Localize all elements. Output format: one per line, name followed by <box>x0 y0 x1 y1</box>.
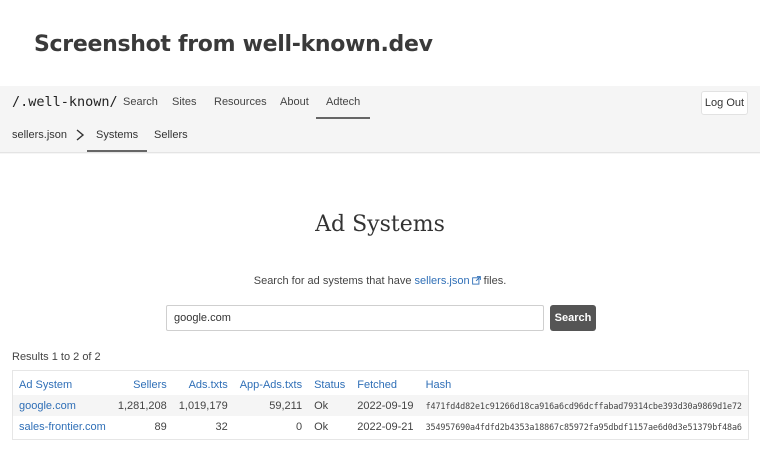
column-header-status[interactable]: Status <box>308 371 351 395</box>
ad-system-link[interactable]: sales-frontier.com <box>19 421 106 433</box>
screenshot-caption: Screenshot from well-known.dev <box>34 32 433 57</box>
external-link-icon <box>471 276 481 285</box>
sellers-json-link[interactable]: sellers.json <box>415 275 481 287</box>
results-table: Ad System Sellers Ads.txts App-Ads.txts … <box>12 370 749 440</box>
site-logo[interactable]: /.well-known/ <box>12 94 118 110</box>
sellers-count: 89 <box>154 420 167 433</box>
table-header-row: Ad System Sellers Ads.txts App-Ads.txts … <box>13 371 748 395</box>
column-header-hash[interactable]: Hash <box>420 371 748 395</box>
logout-button[interactable]: Log Out <box>701 91 748 115</box>
chevron-right-icon <box>76 129 85 141</box>
sellers-count: 1,281,208 <box>111 395 173 416</box>
description-suffix: files. <box>483 275 507 287</box>
nav-resources[interactable]: Resources <box>214 96 267 108</box>
main-content: Ad Systems Search for ad systems that ha… <box>0 154 760 453</box>
hash-value: 354957690a4fdfd2b4353a18867c85972fa95dbd… <box>425 421 742 432</box>
nav-sites[interactable]: Sites <box>172 96 196 108</box>
fetched-date: 2022-09-21 <box>357 420 414 433</box>
app-ads-txts-count: 59,211 <box>233 395 309 416</box>
breadcrumb-sellers-json[interactable]: sellers.json <box>12 129 67 141</box>
tab-sellers[interactable]: Sellers <box>154 129 188 141</box>
column-header-ads-txts[interactable]: Ads.txts <box>173 371 234 395</box>
column-header-fetched[interactable]: Fetched <box>351 371 419 395</box>
description-prefix: Search for ad systems that have <box>253 275 412 287</box>
results-count: Results 1 to 2 of 2 <box>12 351 101 363</box>
app-window: /.well-known/ Search Sites Resources Abo… <box>0 86 760 453</box>
app-ads-txts-count: 0 <box>295 420 303 433</box>
top-navigation: /.well-known/ Search Sites Resources Abo… <box>0 86 760 119</box>
breadcrumb: sellers.json Systems Sellers <box>0 119 760 153</box>
nav-about[interactable]: About <box>280 96 309 108</box>
column-header-sellers[interactable]: Sellers <box>112 371 173 395</box>
search-button[interactable]: Search <box>550 305 596 331</box>
ad-system-search-input[interactable] <box>166 305 544 331</box>
table-row: google.com 1,281,208 1,019,179 59,211 Ok… <box>13 395 748 416</box>
ad-system-link[interactable]: google.com <box>19 400 76 412</box>
nav-search[interactable]: Search <box>123 96 158 108</box>
ads-txts-count: 32 <box>215 420 228 433</box>
status-value: Ok <box>314 420 329 433</box>
page-description: Search for ad systems that have sellers.… <box>0 275 760 287</box>
column-header-ad-system[interactable]: Ad System <box>13 371 112 395</box>
status-value: Ok <box>308 395 352 416</box>
hash-value: f471fd4d82e1c91266d18ca916a6cd96dcffabad… <box>419 395 748 416</box>
nav-adtech[interactable]: Adtech <box>315 96 371 119</box>
page-heading: Ad Systems <box>315 212 445 237</box>
tab-systems[interactable]: Systems <box>86 129 148 152</box>
table-row: sales-frontier.com 89 32 0 Ok 2022-09-21… <box>13 416 748 437</box>
ads-txts-count: 1,019,179 <box>172 395 234 416</box>
column-header-app-ads-txts[interactable]: App-Ads.txts <box>234 371 308 395</box>
fetched-date: 2022-09-19 <box>351 395 420 416</box>
